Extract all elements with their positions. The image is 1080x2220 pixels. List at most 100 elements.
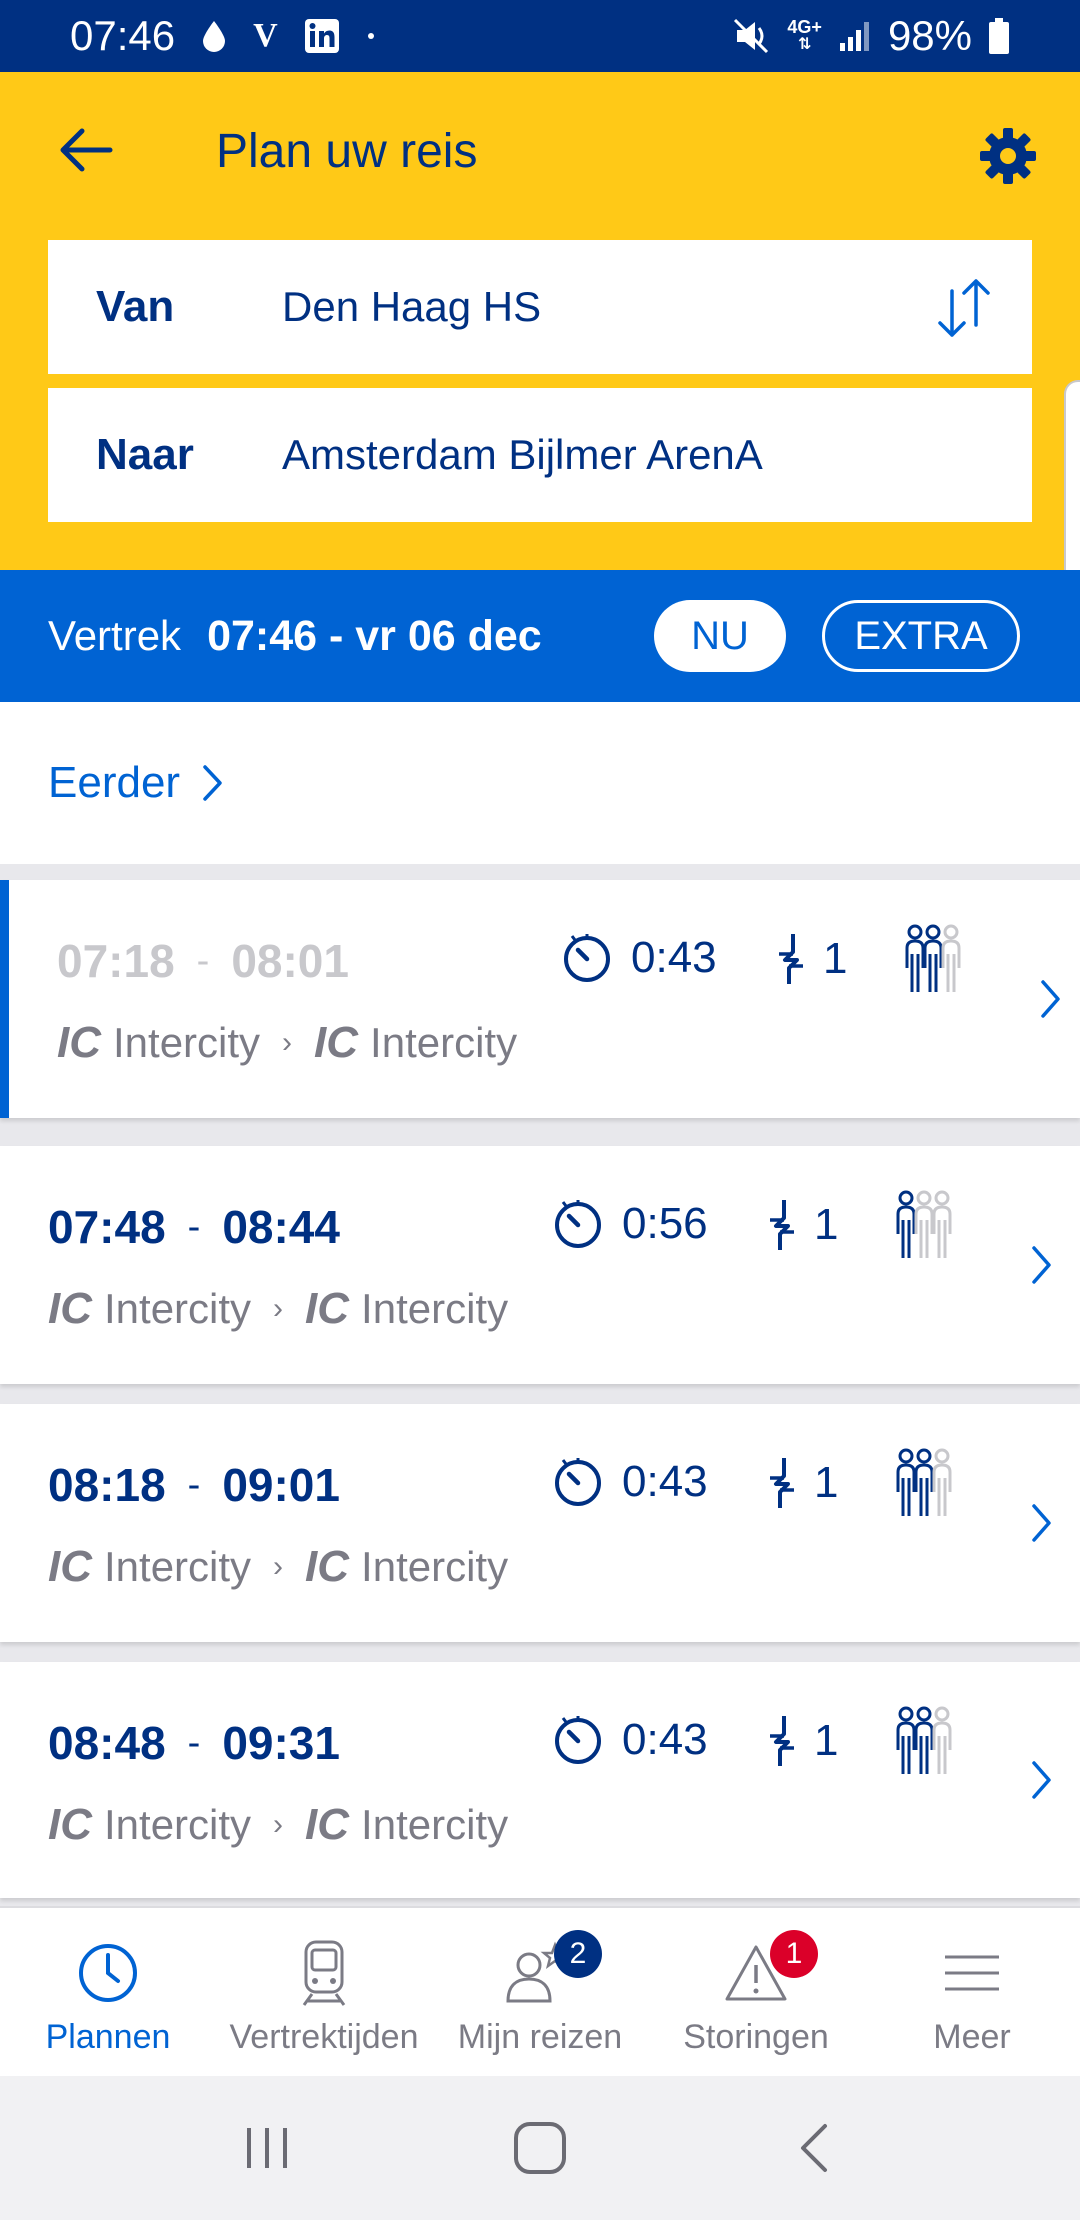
trip-duration: 0:43 xyxy=(561,932,717,984)
train-type-badge: IC xyxy=(48,1284,92,1333)
linkedin-icon xyxy=(304,18,340,54)
departure-time: 07:18 xyxy=(57,935,175,987)
nav-label-plannen: Plannen xyxy=(45,2018,171,2056)
trip-times: 07:48 - 08:44 xyxy=(48,1200,340,1254)
person-figure xyxy=(905,924,925,992)
time-separator: - xyxy=(187,1721,201,1764)
from-station-value: Den Haag HS xyxy=(282,283,542,330)
leg-separator-icon: › xyxy=(273,1808,284,1841)
trip-train-legs: IC Intercity › IC Intercity xyxy=(48,1284,508,1334)
departure-time: 08:18 xyxy=(48,1459,166,1511)
arrival-time: 09:01 xyxy=(222,1459,340,1511)
crowd-indicator-icon xyxy=(896,1706,966,1778)
duration-value: 0:43 xyxy=(631,933,717,982)
person-figure xyxy=(914,1190,934,1258)
person-figure xyxy=(932,1706,952,1774)
trip-transfers: 1 xyxy=(768,1456,838,1510)
time-separator: - xyxy=(196,939,210,982)
nav-mijn-reizen[interactable]: 2 Mijn reizen xyxy=(432,1908,648,2078)
person-figure xyxy=(914,1448,934,1516)
crowd-indicator-icon xyxy=(905,924,975,996)
train-name: Intercity xyxy=(104,1543,252,1590)
train-name: Intercity xyxy=(361,1801,509,1848)
nav-label-meer: Meer xyxy=(933,2018,1011,2056)
to-station-field[interactable]: Naar Amsterdam Bijlmer ArenA xyxy=(48,388,1032,522)
crowd-indicator-icon xyxy=(896,1448,966,1520)
departure-datetime[interactable]: 07:46 - vr 06 dec xyxy=(207,612,542,661)
arrival-time: 08:44 xyxy=(222,1201,340,1253)
extra-options-button[interactable]: EXTRA xyxy=(822,600,1020,672)
gear-icon xyxy=(980,128,1036,184)
transfers-value: 1 xyxy=(814,1716,839,1765)
trips-count-badge: 2 xyxy=(554,1930,602,1978)
nav-storingen[interactable]: 1 Storingen xyxy=(648,1908,864,2078)
stopwatch-icon xyxy=(555,1200,601,1248)
person-figure xyxy=(914,1706,934,1774)
nav-plannen[interactable]: Plannen xyxy=(0,1908,216,2078)
train-type-badge: IC xyxy=(305,1284,350,1333)
crowd-indicator-icon xyxy=(896,1190,966,1262)
now-button[interactable]: NU xyxy=(654,600,786,672)
trip-card[interactable]: 08:48 - 09:31 0:43 1 IC Intercity › IC I… xyxy=(0,1662,1080,1898)
person-figure xyxy=(896,1448,916,1516)
earlier-row: Eerder xyxy=(0,702,1080,864)
duration-value: 0:43 xyxy=(622,1715,708,1764)
transfers-value: 1 xyxy=(814,1200,839,1249)
chevron-right-icon xyxy=(203,765,222,801)
battery-percent: 98% xyxy=(887,12,972,59)
trip-times: 08:18 - 09:01 xyxy=(48,1458,340,1512)
nav-label-storingen: Storingen xyxy=(683,2018,829,2056)
trip-details-chevron[interactable] xyxy=(1022,1495,1062,1551)
back-chevron-icon xyxy=(801,2124,828,2172)
person-figure xyxy=(896,1706,916,1774)
system-back-button[interactable] xyxy=(773,2108,853,2188)
nav-label-mijn-reizen: Mijn reizen xyxy=(457,2018,623,2056)
departure-bar: Vertrek 07:46 - vr 06 dec NU EXTRA xyxy=(0,570,1080,702)
swap-stations-button[interactable] xyxy=(926,270,1002,346)
departure-time: 08:48 xyxy=(48,1717,166,1769)
train-type-badge: IC xyxy=(314,1018,359,1067)
train-name: Intercity xyxy=(113,1019,261,1066)
v-app-icon: V xyxy=(253,17,278,54)
home-icon xyxy=(513,2122,566,2174)
person-figure xyxy=(941,924,961,992)
home-button[interactable] xyxy=(500,2108,580,2188)
trip-times: 08:48 - 09:31 xyxy=(48,1716,340,1770)
trip-card[interactable]: 07:18 - 08:01 0:43 1 IC Intercity › IC I… xyxy=(0,880,1080,1118)
train-name: Intercity xyxy=(104,1801,252,1848)
trip-card[interactable]: 07:48 - 08:44 0:56 1 IC Intercity › IC I… xyxy=(0,1146,1080,1384)
stopwatch-icon xyxy=(555,1716,601,1764)
chevron-right-icon xyxy=(1032,1504,1051,1542)
train-type-badge: IC xyxy=(48,1542,92,1591)
trip-details-chevron[interactable] xyxy=(1031,971,1071,1027)
trip-details-chevron[interactable] xyxy=(1022,1237,1062,1293)
status-bar: 07:46 V 4G+ ⇅ 98% xyxy=(0,0,1080,72)
train-name: Intercity xyxy=(361,1543,509,1590)
back-button[interactable] xyxy=(48,112,124,188)
stopwatch-icon xyxy=(555,1458,601,1506)
settings-button[interactable] xyxy=(972,120,1044,192)
earlier-label: Eerder xyxy=(48,758,181,807)
recent-apps-button[interactable] xyxy=(227,2108,307,2188)
trip-card[interactable]: 08:18 - 09:01 0:43 1 IC Intercity › IC I… xyxy=(0,1404,1080,1642)
trip-transfers: 1 xyxy=(777,932,847,986)
arrow-left-icon xyxy=(60,128,113,172)
from-station-field[interactable]: Van Den Haag HS xyxy=(48,240,1032,374)
trip-times: 07:18 - 08:01 xyxy=(57,934,349,988)
duration-value: 0:56 xyxy=(622,1199,708,1248)
train-name: Intercity xyxy=(104,1285,252,1332)
bottom-navigation: Plannen Vertrektijden 2 Mijn reizen 1 St… xyxy=(0,1906,1080,2076)
trip-train-legs: IC Intercity › IC Intercity xyxy=(48,1542,508,1592)
nav-vertrektijden[interactable]: Vertrektijden xyxy=(216,1908,432,2078)
trip-details-chevron[interactable] xyxy=(1022,1752,1062,1808)
train-type-badge: IC xyxy=(305,1800,350,1849)
time-separator: - xyxy=(187,1205,201,1248)
leg-separator-icon: › xyxy=(273,1550,284,1583)
arrival-time: 09:31 xyxy=(222,1717,340,1769)
trip-duration: 0:56 xyxy=(552,1198,708,1250)
system-navigation-bar xyxy=(0,2076,1080,2220)
trip-transfers: 1 xyxy=(768,1714,838,1768)
earlier-link[interactable]: Eerder xyxy=(48,758,224,808)
transfer-icon xyxy=(779,934,803,984)
nav-meer[interactable]: Meer xyxy=(864,1908,1080,2078)
